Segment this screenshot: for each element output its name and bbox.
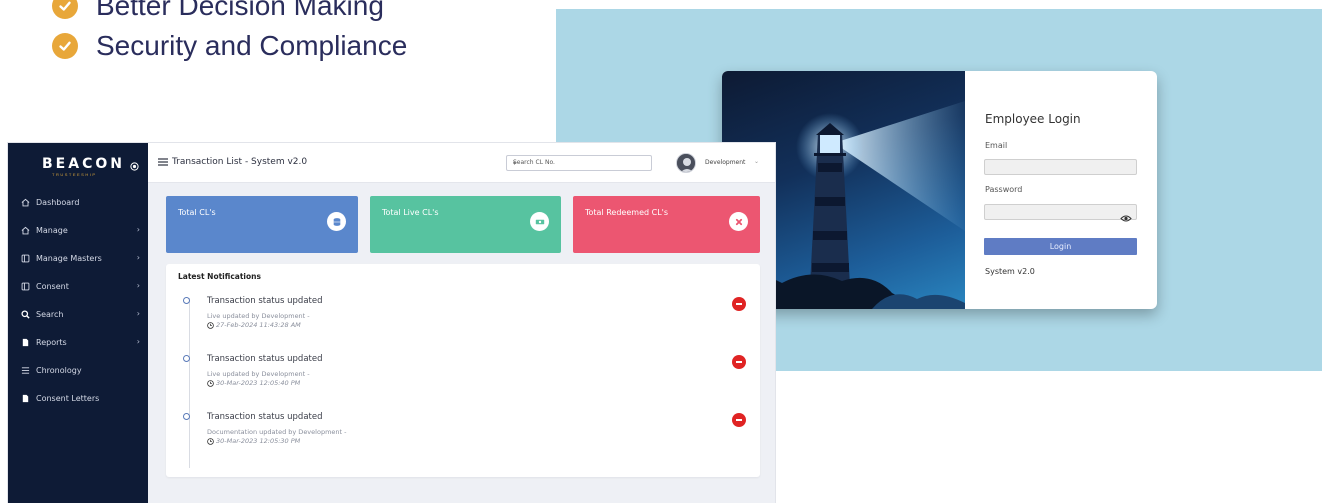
remove-notification-button[interactable] (732, 355, 746, 369)
search-icon (20, 309, 30, 319)
clock-icon (207, 321, 214, 329)
clock-icon (207, 437, 214, 445)
sidebar-item-consent[interactable]: Consent › (8, 272, 148, 300)
file-icon (20, 337, 30, 347)
sidebar-item-label: Manage (36, 225, 68, 235)
notification-time: 27-Feb-2024 11:43:28 AM (207, 321, 301, 329)
email-label: Email (985, 141, 1008, 150)
database-icon (327, 212, 346, 231)
feature-bullet: Security and Compliance (52, 26, 407, 66)
chevron-down-icon[interactable]: ⌄ (754, 158, 759, 165)
feature-bullet-text: Security and Compliance (96, 30, 408, 61)
top-bar: Transaction List - System v2.0 Search CL… (148, 143, 775, 183)
sidebar-item-label: Search (36, 309, 64, 319)
check-circle-icon (52, 0, 78, 19)
chevron-right-icon: › (136, 309, 140, 318)
list-icon (20, 365, 30, 375)
notification-heading: Transaction status updated (207, 296, 323, 306)
sidebar-item-label: Reports (36, 337, 67, 347)
brand-tagline: TRUSTEESHIP (52, 172, 97, 177)
timeline-dot (183, 355, 190, 362)
notification-detail: Live updated by Development - (207, 312, 310, 320)
sidebar-item-label: Manage Masters (36, 253, 102, 263)
close-icon (729, 212, 748, 231)
user-name[interactable]: Development (705, 159, 745, 166)
feature-bullet: Better Decision Making (52, 0, 407, 26)
total-redeemed-cls-card[interactable]: Total Redeemed CL's (573, 196, 760, 253)
file-icon (20, 393, 30, 403)
timeline-dot (183, 297, 190, 304)
login-title: Employee Login (985, 112, 1081, 126)
sidebar-item-chronology[interactable]: Chronology (8, 356, 148, 384)
notification-time: 30-Mar-2023 12:05:40 PM (207, 379, 300, 387)
sidebar-item-search[interactable]: Search › (8, 300, 148, 328)
remove-notification-button[interactable] (732, 413, 746, 427)
chevron-right-icon: › (136, 281, 140, 290)
total-live-cls-card[interactable]: Total Live CL's (370, 196, 561, 253)
money-icon (530, 212, 549, 231)
search-cl-select[interactable]: Search CL No. ▾ (506, 155, 652, 171)
latest-notifications-panel: Latest Notifications Transaction status … (166, 264, 760, 477)
notification-heading: Transaction status updated (207, 412, 323, 422)
clock-icon (207, 379, 214, 387)
feature-bullet-text: Better Decision Making (96, 0, 384, 21)
sidebar-item-label: Consent Letters (36, 393, 100, 403)
sidebar-item-reports[interactable]: Reports › (8, 328, 148, 356)
notification-time-text: 30-Mar-2023 12:05:40 PM (216, 379, 301, 387)
email-field[interactable] (984, 159, 1137, 175)
notifications-title: Latest Notifications (178, 272, 261, 281)
sidebar-item-manage[interactable]: Manage › (8, 216, 148, 244)
sidebar: BEACON TRUSTEESHIP Dashboard Manage › Ma… (8, 143, 148, 503)
sidebar-item-dashboard[interactable]: Dashboard (8, 188, 148, 216)
timeline-dot (183, 413, 190, 420)
sidebar-item-label: Consent (36, 281, 69, 291)
home-icon (20, 225, 30, 235)
sidebar-item-label: Dashboard (36, 197, 80, 207)
page-title: Transaction List - System v2.0 (158, 157, 307, 167)
panel-icon (20, 281, 30, 291)
login-card: Employee Login Email Password Login Syst… (722, 71, 1157, 309)
chevron-right-icon: › (136, 337, 140, 346)
avatar[interactable] (676, 153, 696, 173)
notification-time: 30-Mar-2023 12:05:30 PM (207, 437, 300, 445)
feature-bullets: Better Decision Making Security and Comp… (52, 0, 407, 66)
notification-detail: Live updated by Development - (207, 370, 310, 378)
total-cls-card[interactable]: Total CL's (166, 196, 358, 253)
login-button[interactable]: Login (984, 238, 1137, 255)
notification-time-text: 30-Mar-2023 12:05:30 PM (216, 437, 301, 445)
card-label: Total Redeemed CL's (585, 208, 669, 217)
chevron-down-icon: ▾ (513, 160, 517, 167)
panel-icon (20, 253, 30, 263)
notification-detail: Documentation updated by Development - (207, 428, 347, 436)
password-field[interactable] (984, 204, 1137, 222)
notification-heading: Transaction status updated (207, 354, 323, 364)
home-icon (20, 197, 30, 207)
notification-time-text: 27-Feb-2024 11:43:28 AM (216, 321, 301, 329)
chevron-right-icon: › (136, 225, 140, 234)
login-form: Employee Login Email Password Login Syst… (965, 71, 1157, 309)
eye-icon[interactable] (1120, 208, 1132, 222)
dashboard-screenshot: BEACON TRUSTEESHIP Dashboard Manage › Ma… (8, 143, 775, 503)
timeline-line (189, 298, 190, 468)
menu-icon[interactable] (158, 158, 168, 166)
chevron-right-icon: › (136, 253, 140, 262)
sidebar-item-label: Chronology (36, 365, 82, 375)
card-label: Total Live CL's (382, 208, 439, 217)
page-title-text: Transaction List - System v2.0 (172, 157, 308, 167)
sidebar-item-consent-letters[interactable]: Consent Letters (8, 384, 148, 412)
sidebar-item-manage-masters[interactable]: Manage Masters › (8, 244, 148, 272)
card-label: Total CL's (178, 208, 216, 217)
check-circle-icon (52, 33, 78, 59)
sidebar-nav: Dashboard Manage › Manage Masters › Cons… (8, 188, 148, 412)
password-label: Password (985, 185, 1023, 194)
remove-notification-button[interactable] (732, 297, 746, 311)
system-version: System v2.0 (985, 267, 1035, 276)
sidebar-toggle-icon[interactable] (130, 158, 139, 171)
brand-logo: BEACON (42, 156, 125, 172)
